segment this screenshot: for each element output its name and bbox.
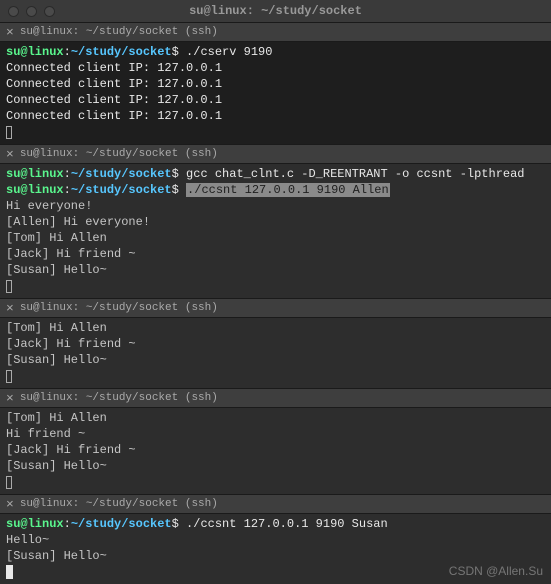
prompt-symbol: $ — [172, 45, 179, 59]
terminal-tab[interactable]: × su@linux: ~/study/socket (ssh) — [0, 144, 551, 164]
terminal-pane-client[interactable]: [Tom] Hi Allen [Jack] Hi friend ~ [Susan… — [0, 318, 551, 388]
cursor-icon — [6, 370, 12, 383]
terminal-tab[interactable]: × su@linux: ~/study/socket (ssh) — [0, 22, 551, 42]
output-line: [Tom] Hi Allen — [6, 230, 545, 246]
maximize-window-icon[interactable] — [44, 6, 55, 17]
output-line: [Susan] Hello~ — [6, 352, 545, 368]
terminal-tab[interactable]: × su@linux: ~/study/socket (ssh) — [0, 298, 551, 318]
output-line: Hello~ — [6, 532, 545, 548]
prompt-user: su@linux — [6, 167, 64, 181]
terminal-pane-client[interactable]: su@linux:~/study/socket$ gcc chat_clnt.c… — [0, 164, 551, 298]
tab-label: su@linux: ~/study/socket (ssh) — [20, 26, 218, 38]
output-line: [Jack] Hi friend ~ — [6, 336, 545, 352]
traffic-lights — [8, 6, 55, 17]
cursor-icon — [6, 476, 12, 489]
terminal-tab[interactable]: × su@linux: ~/study/socket (ssh) — [0, 494, 551, 514]
minimize-window-icon[interactable] — [26, 6, 37, 17]
window-title: su@linux: ~/study/socket — [8, 4, 543, 18]
close-icon[interactable]: × — [6, 391, 14, 406]
output-line: Connected client IP: 127.0.0.1 — [6, 76, 545, 92]
tab-label: su@linux: ~/study/socket (ssh) — [20, 302, 218, 314]
output-line: Hi everyone! — [6, 198, 545, 214]
cursor-icon — [6, 565, 13, 579]
terminal-pane-client[interactable]: [Tom] Hi Allen Hi friend ~ [Jack] Hi fri… — [0, 408, 551, 494]
close-icon[interactable]: × — [6, 147, 14, 162]
prompt-path: ~/study/socket — [71, 167, 172, 181]
cursor-icon — [6, 126, 12, 139]
tab-label: su@linux: ~/study/socket (ssh) — [20, 498, 218, 510]
prompt-path: ~/study/socket — [71, 183, 172, 197]
window-titlebar: su@linux: ~/study/socket — [0, 0, 551, 22]
tab-label: su@linux: ~/study/socket (ssh) — [20, 392, 218, 404]
prompt-user: su@linux — [6, 45, 64, 59]
output-line: Connected client IP: 127.0.0.1 — [6, 60, 545, 76]
close-icon[interactable]: × — [6, 301, 14, 316]
command-text: gcc chat_clnt.c -D_REENTRANT -o ccsnt -l… — [186, 167, 524, 181]
prompt-sep: : — [64, 45, 71, 59]
output-line: [Allen] Hi everyone! — [6, 214, 545, 230]
tab-label: su@linux: ~/study/socket (ssh) — [20, 148, 218, 160]
highlighted-command: ./ccsnt 127.0.0.1 9190 Allen — [186, 183, 390, 197]
output-line: [Jack] Hi friend ~ — [6, 442, 545, 458]
prompt-user: su@linux — [6, 517, 64, 531]
close-icon[interactable]: × — [6, 497, 14, 512]
output-line: Connected client IP: 127.0.0.1 — [6, 92, 545, 108]
prompt-path: ~/study/socket — [71, 517, 172, 531]
output-line: [Tom] Hi Allen — [6, 320, 545, 336]
cursor-icon — [6, 280, 12, 293]
output-line: [Susan] Hello~ — [6, 458, 545, 474]
command-text: ./ccsnt 127.0.0.1 9190 Susan — [186, 517, 388, 531]
output-line: [Susan] Hello~ — [6, 262, 545, 278]
close-window-icon[interactable] — [8, 6, 19, 17]
command-text: ./cserv 9190 — [186, 45, 272, 59]
output-line: Hi friend ~ — [6, 426, 545, 442]
close-icon[interactable]: × — [6, 25, 14, 40]
terminal-pane-server[interactable]: su@linux:~/study/socket$ ./cserv 9190 Co… — [0, 42, 551, 144]
prompt-user: su@linux — [6, 183, 64, 197]
terminal-tab[interactable]: × su@linux: ~/study/socket (ssh) — [0, 388, 551, 408]
prompt-path: ~/study/socket — [71, 45, 172, 59]
output-line: [Susan] Hello~ — [6, 548, 545, 564]
output-line: [Tom] Hi Allen — [6, 410, 545, 426]
output-line: [Jack] Hi friend ~ — [6, 246, 545, 262]
output-line: Connected client IP: 127.0.0.1 — [6, 108, 545, 124]
watermark: CSDN @Allen.Su — [449, 564, 543, 578]
